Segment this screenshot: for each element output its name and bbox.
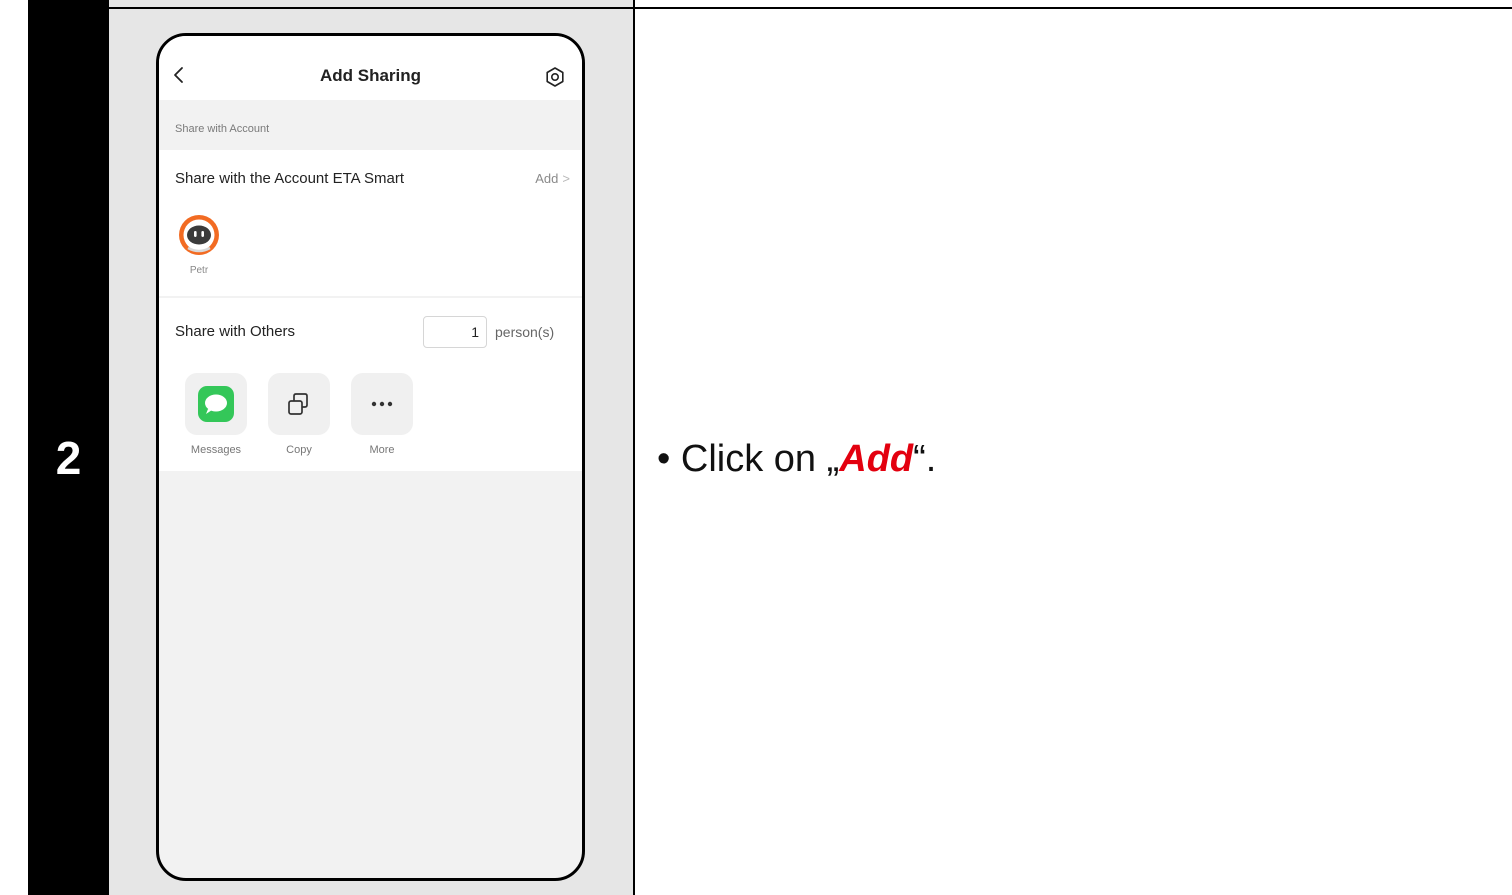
person-count-unit: person(s) <box>495 324 555 340</box>
more-label: More <box>369 444 395 456</box>
step-number: 2 <box>55 432 82 484</box>
share-with-account-title: Share with the Account ETA Smart <box>175 170 404 187</box>
share-with-account-card: Share with the Account ETA Smart Add > Pe… <box>159 150 582 296</box>
more-share-button[interactable] <box>351 373 413 435</box>
person-count-input[interactable]: 1 <box>423 316 487 348</box>
instruction-prefix: Click on „ <box>680 438 840 480</box>
settings-ring-icon[interactable] <box>544 66 566 88</box>
phone-screen: Add Sharing Share with Account Share wit… <box>156 33 585 881</box>
messages-share-button[interactable] <box>185 373 247 435</box>
column-divider <box>633 0 635 895</box>
table-top-border <box>109 7 1512 9</box>
bullet: • <box>657 438 671 480</box>
instruction-highlight: Add <box>839 438 914 480</box>
add-label: Add <box>535 171 559 186</box>
share-with-others-title: Share with Others <box>175 323 296 340</box>
copy-label: Copy <box>286 444 312 456</box>
add-button[interactable]: Add > <box>535 171 570 186</box>
section-label-share-with-account: Share with Account <box>175 123 270 135</box>
page-title: Add Sharing <box>319 66 422 85</box>
share-with-others-card: Share with Others 1 person(s) Messages C… <box>159 298 582 471</box>
more-dots-icon <box>371 401 393 407</box>
instruction-suffix: “. <box>913 438 937 480</box>
copy-share-button[interactable] <box>268 373 330 435</box>
messages-label: Messages <box>190 444 242 456</box>
robot-avatar-icon[interactable] <box>178 214 220 256</box>
member-name: Petr <box>189 265 209 276</box>
messages-icon <box>198 386 234 422</box>
copy-icon <box>288 393 308 415</box>
step-column: 2 <box>28 0 109 895</box>
chevron-right-icon: > <box>562 171 570 186</box>
phone-header: Add Sharing <box>159 36 582 100</box>
instruction-text: • Click on „Add“. <box>657 437 936 481</box>
